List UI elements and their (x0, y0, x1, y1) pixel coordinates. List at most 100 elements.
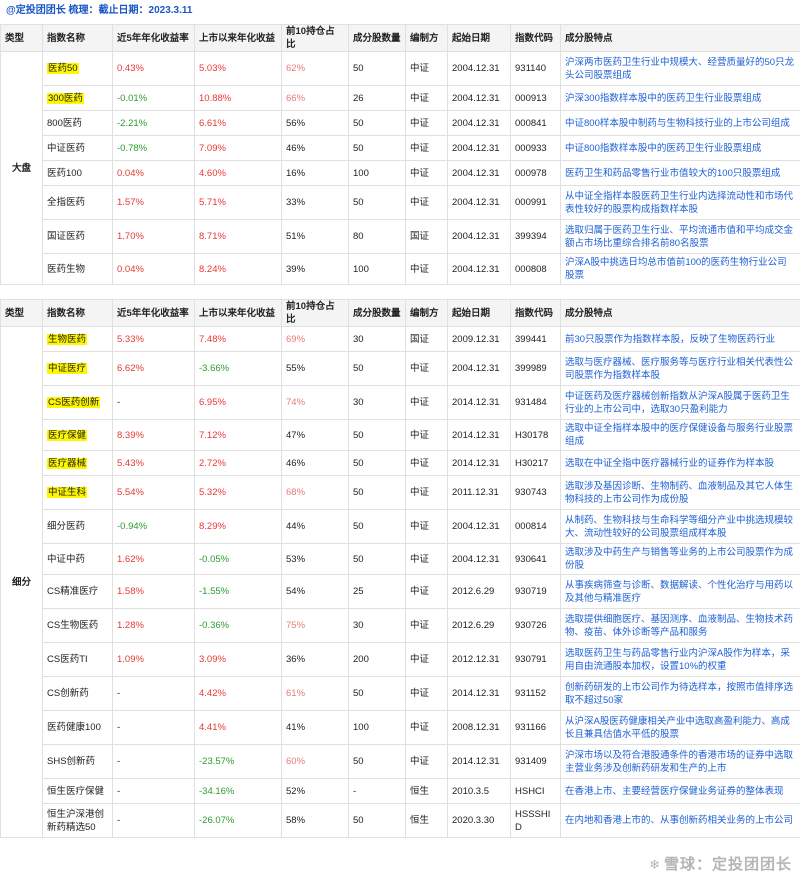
feature-cell: 选取涉及基因诊断、生物制药、血液制品及其它人体生物科技的上市公司作为成份股 (560, 475, 800, 510)
index-code-cell: 931152 (510, 676, 561, 711)
return-since-inception-cell: 4.42% (194, 676, 282, 711)
column-header: 成分股特点 (560, 299, 800, 327)
return-since-inception-cell: -1.55% (194, 574, 282, 609)
compiler-cell: 中证 (405, 450, 448, 476)
constituent-count-cell: 50 (348, 450, 406, 476)
index-name: CS创新药 (47, 688, 89, 699)
start-date-cell: 2014.12.31 (447, 676, 511, 711)
start-date-cell: 2014.12.31 (447, 419, 511, 451)
start-date-cell: 2020.3.30 (447, 803, 511, 838)
start-date-cell: 2004.12.31 (447, 110, 511, 136)
compiler-cell: 中证 (405, 710, 448, 745)
index-name-cell: CS医药创新 (42, 385, 113, 420)
start-date-cell: 2004.12.31 (447, 185, 511, 220)
return-5y-cell: 1.28% (112, 608, 195, 643)
index-code-cell: 931166 (510, 710, 561, 745)
index-code-cell: HSSSHID (510, 803, 561, 838)
feature-cell: 在香港上市、主要经营医疗保健业务证券的整体表现 (560, 778, 800, 804)
index-name: 医药100 (47, 167, 82, 179)
column-header: 前10持仓占比 (281, 299, 349, 327)
top10-weight-cell: 33% (281, 185, 349, 220)
top10-weight-cell: 68% (281, 475, 349, 510)
return-since-inception-cell: 6.95% (194, 385, 282, 420)
return-since-inception-cell: 3.09% (194, 642, 282, 677)
index-name-cell: 医药健康100 (42, 710, 113, 745)
start-date-cell: 2004.12.31 (447, 543, 511, 575)
top10-weight-cell: 53% (281, 543, 349, 575)
constituent-count-cell: 50 (348, 475, 406, 510)
index-code-cell: 000808 (510, 253, 561, 285)
compiler-cell: 中证 (405, 185, 448, 220)
compiler-cell: 国证 (405, 219, 448, 254)
column-header: 近5年年化收益率 (112, 299, 195, 327)
index-code-cell: 000978 (510, 160, 561, 186)
return-5y-cell: 0.43% (112, 51, 195, 86)
index-code-cell: 399989 (510, 351, 561, 386)
column-header: 编制方 (405, 24, 448, 52)
index-name: 细分医药 (47, 521, 86, 532)
page-title: @定投团团长 梳理：截止日期：2023.3.11 (0, 0, 800, 22)
return-5y-cell: 6.62% (112, 351, 195, 386)
top10-weight-cell: 69% (281, 326, 349, 352)
column-header: 上市以来年化收益 (194, 24, 282, 52)
return-since-inception-cell: 7.12% (194, 419, 282, 451)
index-code-cell: H30178 (510, 419, 561, 451)
table-large-cap: 类型 指数名称 近5年年化收益率 上市以来年化收益 前10持仓占比 成分股数量 编制方 起始日… (0, 24, 800, 285)
table-row: 800医药 -2.21% 6.61% 56% 50 中证 2004.12.31 000841 中… (1, 110, 800, 136)
feature-cell: 创新药研发的上市公司作为待选样本，按照市值排序选取不超过50家 (560, 676, 800, 711)
constituent-count-cell: 30 (348, 326, 406, 352)
feature-cell: 沪深A股中挑选日均总市值前100的医药生物行业公司股票 (560, 253, 800, 285)
feature-cell: 中证800样本股中制药与生物科技行业的上市公司组成 (560, 110, 800, 136)
compiler-cell: 恒生 (405, 803, 448, 838)
feature-cell: 从制药、生物科技与生命科学等细分产业中挑选规模较大、流动性较好的公司股票组成样本… (560, 509, 800, 544)
column-header: 指数代码 (510, 299, 561, 327)
feature-cell: 中证800指数样本股中的医药卫生行业股票组成 (560, 135, 800, 161)
constituent-count-cell: 80 (348, 219, 406, 254)
start-date-cell: 2011.12.31 (447, 475, 511, 510)
return-since-inception-cell: -23.57% (194, 744, 282, 779)
column-header: 类型 (0, 299, 43, 327)
feature-cell: 选取与医疗器械、医疗服务等与医疗行业相关代表性公司股票作为指数样本股 (560, 351, 800, 386)
table-body: 大盘 医药50 0.43% 5.03% 62% 50 中证 2004.12.31 931140 沪… (0, 51, 800, 285)
index-name: CS精准医疗 (47, 586, 99, 597)
index-name: 中证医疗 (47, 363, 88, 374)
constituent-count-cell: 50 (348, 351, 406, 386)
top10-weight-cell: 41% (281, 710, 349, 745)
compiler-cell: 中证 (405, 744, 448, 779)
feature-cell: 从沪深A股医药健康相关产业中选取高盈利能力、高成长且兼具估值水平低的股票 (560, 710, 800, 745)
start-date-cell: 2004.12.31 (447, 219, 511, 254)
index-name-cell: 医疗保健 (42, 419, 113, 451)
feature-cell: 选取涉及中药生产与销售等业务的上市公司股票作为成份股 (560, 543, 800, 575)
table-row: 医疗保健 8.39% 7.12% 47% 50 中证 2014.12.31 H30178 选取中… (1, 419, 800, 451)
feature-cell: 沪深两市医药卫生行业中规模大、经营质量好的50只龙头公司股票组成 (560, 51, 800, 86)
table-row: 细分 生物医药 5.33% 7.48% 69% 30 国证 2009.12.31 399441 前… (0, 326, 800, 838)
start-date-cell: 2004.12.31 (447, 51, 511, 86)
constituent-count-cell: 30 (348, 385, 406, 420)
index-name: 300医药 (47, 92, 84, 104)
category-cell: 细分 (0, 326, 43, 838)
feature-cell: 沪深市场以及符合港股通条件的香港市场的证券中选取主营业务涉及创新药研发和生产的上… (560, 744, 800, 779)
start-date-cell: 2008.12.31 (447, 710, 511, 745)
compiler-cell: 中证 (405, 475, 448, 510)
table-row: 中证生科 5.54% 5.32% 68% 50 中证 2011.12.31 930743 选取涉… (1, 475, 800, 510)
index-name-cell: 300医药 (42, 85, 113, 111)
feature-cell: 选取在中证全指中医疗器械行业的证券作为样本股 (560, 450, 800, 476)
column-header: 上市以来年化收益 (194, 299, 282, 327)
compiler-cell: 恒生 (405, 778, 448, 804)
table-row: CS创新药 -4.42% 61% 50 中证 2014.12.31 931152 创新药研发的… (1, 676, 800, 711)
index-name-cell: 800医药 (42, 110, 113, 136)
start-date-cell: 2004.12.31 (447, 253, 511, 285)
table-row: 300医药 -0.01% 10.88% 66% 26 中证 2004.12.31 000913… (1, 85, 800, 111)
constituent-count-cell: 50 (348, 744, 406, 779)
index-code-cell: 930743 (510, 475, 561, 510)
feature-cell: 选取提供细胞医疗、基因测序、血液制品、生物技术药物、疫苗、体外诊断等产品和服务 (560, 608, 800, 643)
index-name: CS医药创新 (47, 397, 101, 408)
feature-cell: 从中证全指样本股医药卫生行业内选择流动性和市场代表性较好的股票构成指数样本股 (560, 185, 800, 220)
return-since-inception-cell: 7.48% (194, 326, 282, 352)
category-cell: 大盘 (0, 51, 43, 285)
table-row: 中证中药 1.62% -0.05% 53% 50 中证 2004.12.31 930641 选取… (1, 543, 800, 575)
index-name-cell: CS精准医疗 (42, 574, 113, 609)
return-5y-cell: - (112, 710, 195, 745)
table-header: 类型 指数名称 近5年年化收益率 上市以来年化收益 前10持仓占比 成分股数量 编制方 起始日… (0, 24, 800, 52)
return-5y-cell: 1.57% (112, 185, 195, 220)
